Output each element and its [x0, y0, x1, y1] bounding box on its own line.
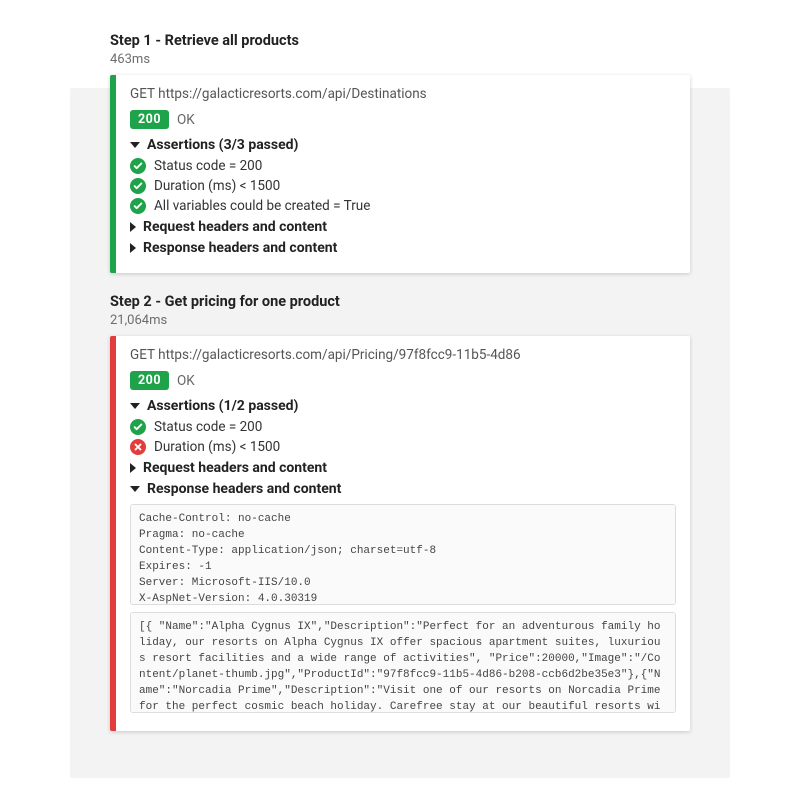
request-headers-toggle[interactable]: Request headers and content	[130, 460, 676, 476]
assertions-header: Assertions (1/2 passed)	[147, 398, 298, 414]
status-row: 200 OK	[130, 110, 676, 129]
caret-down-icon	[130, 403, 140, 409]
assertions-toggle[interactable]: Assertions (1/2 passed)	[130, 398, 676, 414]
assertion-text: All variables could be created = True	[154, 198, 370, 214]
step-title: Step 1 - Retrieve all products	[110, 32, 690, 49]
step-duration: 21,064ms	[110, 313, 690, 328]
section-label: Response headers and content	[143, 240, 337, 256]
step-1: Step 1 - Retrieve all products 463ms GET…	[110, 32, 690, 273]
response-body-text[interactable]: [{ "Name":"Alpha Cygnus IX","Description…	[130, 612, 676, 713]
assertions-header: Assertions (3/3 passed)	[147, 137, 298, 153]
assertion-text: Duration (ms) < 1500	[154, 439, 280, 455]
status-text: OK	[177, 373, 195, 389]
status-code-badge: 200	[130, 110, 169, 129]
assertion-row: Status code = 200	[130, 158, 676, 174]
assertion-row: Duration (ms) < 1500	[130, 178, 676, 194]
assertion-row: Duration (ms) < 1500	[130, 439, 676, 455]
caret-down-icon	[130, 142, 140, 148]
step-duration: 463ms	[110, 52, 690, 67]
caret-right-icon	[130, 222, 136, 232]
assertions-toggle[interactable]: Assertions (3/3 passed)	[130, 137, 676, 153]
check-pass-icon	[130, 178, 146, 194]
assertion-row: Status code = 200	[130, 419, 676, 435]
request-headers-toggle[interactable]: Request headers and content	[130, 219, 676, 235]
section-label: Response headers and content	[147, 481, 341, 497]
status-text: OK	[177, 112, 195, 128]
check-pass-icon	[130, 419, 146, 435]
response-headers-toggle[interactable]: Response headers and content	[130, 481, 676, 497]
section-label: Request headers and content	[143, 460, 327, 476]
check-pass-icon	[130, 198, 146, 214]
step-2: Step 2 - Get pricing for one product 21,…	[110, 293, 690, 731]
assertion-text: Status code = 200	[154, 419, 262, 435]
assertion-row: All variables could be created = True	[130, 198, 676, 214]
assertion-text: Duration (ms) < 1500	[154, 178, 280, 194]
assertion-text: Status code = 200	[154, 158, 262, 174]
result-card: GET https://galacticresorts.com/api/Dest…	[110, 75, 690, 273]
result-card: GET https://galacticresorts.com/api/Pric…	[110, 336, 690, 731]
section-label: Request headers and content	[143, 219, 327, 235]
response-headers-toggle[interactable]: Response headers and content	[130, 240, 676, 256]
check-fail-icon	[130, 439, 146, 455]
caret-down-icon	[130, 486, 140, 492]
request-line: GET https://galacticresorts.com/api/Dest…	[130, 86, 676, 102]
status-code-badge: 200	[130, 371, 169, 390]
response-headers-text[interactable]: Cache-Control: no-cache Pragma: no-cache…	[130, 504, 676, 605]
request-line: GET https://galacticresorts.com/api/Pric…	[130, 347, 676, 363]
caret-right-icon	[130, 463, 136, 473]
caret-right-icon	[130, 243, 136, 253]
status-row: 200 OK	[130, 371, 676, 390]
check-pass-icon	[130, 158, 146, 174]
step-title: Step 2 - Get pricing for one product	[110, 293, 690, 310]
